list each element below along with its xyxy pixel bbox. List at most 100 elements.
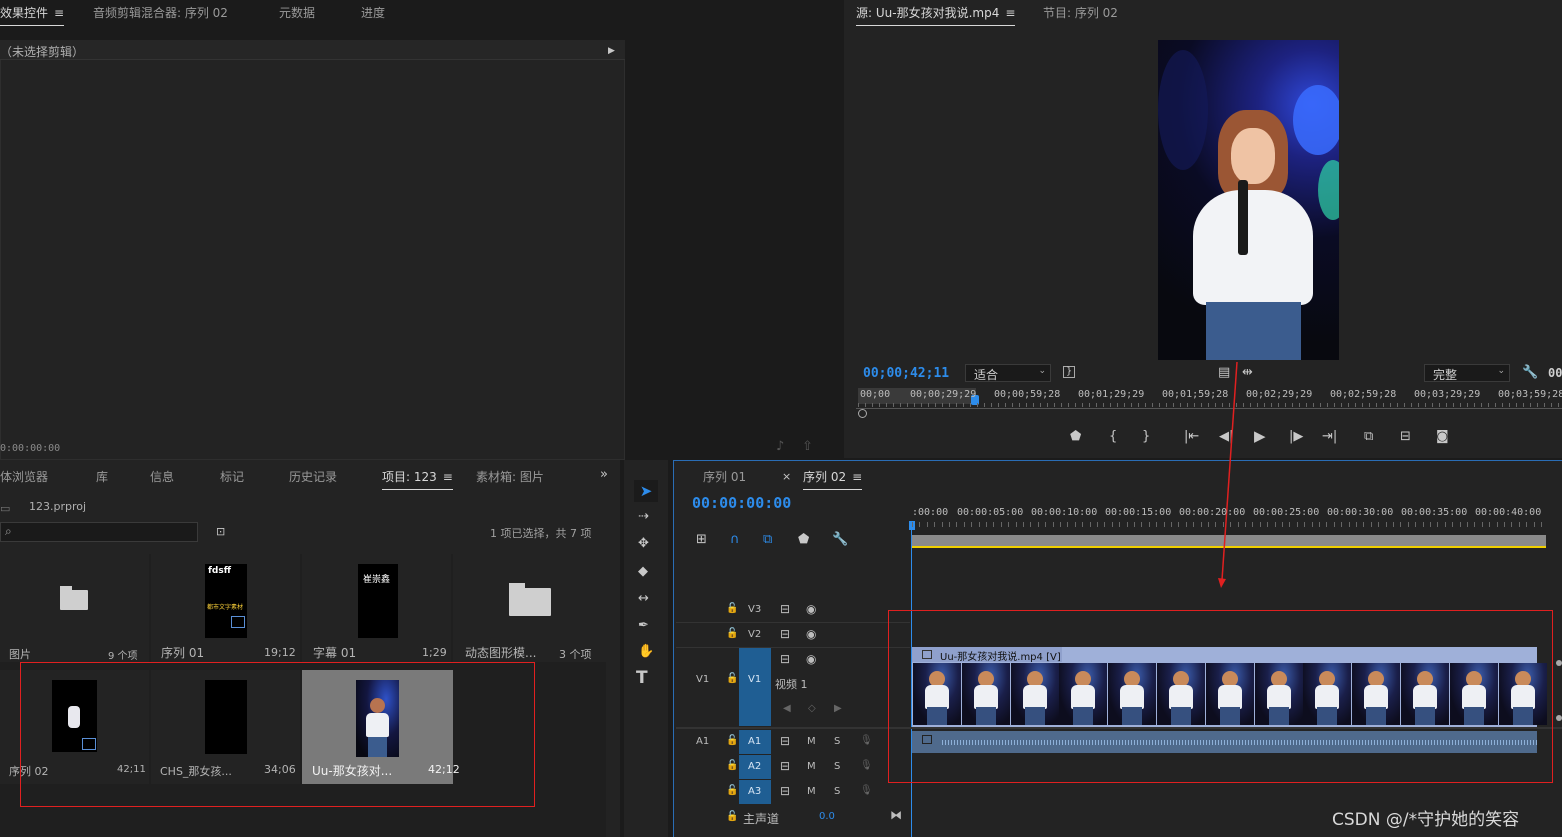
ruler-tick xyxy=(1425,403,1426,407)
ruler-tick xyxy=(879,403,880,407)
ruler-tick xyxy=(1415,522,1416,527)
frame-figure xyxy=(973,685,998,709)
ruler-tick xyxy=(1362,403,1363,407)
frame-figure xyxy=(1219,707,1240,725)
ruler-tick xyxy=(1030,522,1031,527)
ruler-label: 00:00:20:00 xyxy=(1179,507,1246,518)
ruler-tick xyxy=(1523,403,1524,407)
frame-figure xyxy=(1268,707,1289,725)
clip-frame xyxy=(913,663,961,725)
ruler-tick xyxy=(1134,522,1135,527)
frame-figure xyxy=(1463,707,1484,725)
ruler-tick xyxy=(1411,403,1412,407)
clip-frame xyxy=(1059,663,1108,725)
ruler-tick xyxy=(1304,522,1305,527)
ruler-tick xyxy=(1208,522,1209,527)
ruler-tick xyxy=(1313,403,1314,407)
ruler-tick xyxy=(1223,522,1224,527)
ruler-label: 00:00:35:00 xyxy=(1401,507,1468,518)
ruler-label: 00:00:40:00 xyxy=(1475,507,1542,518)
frame-figure xyxy=(925,685,949,709)
frame-figure xyxy=(1461,685,1486,709)
ruler-label: 00:00:25:00 xyxy=(1253,507,1320,518)
ruler-tick xyxy=(949,522,950,527)
ruler-tick xyxy=(1423,522,1424,527)
ruler-tick xyxy=(1297,522,1298,527)
ruler-tick xyxy=(1097,522,1098,527)
ruler-tick xyxy=(1312,522,1313,527)
ruler-tick xyxy=(1222,403,1223,407)
ruler-tick xyxy=(1054,403,1055,407)
ruler-tick xyxy=(1127,522,1128,527)
ruler-tick xyxy=(1047,403,1048,407)
ruler-tick xyxy=(1437,522,1438,527)
ruler-tick xyxy=(1171,522,1172,527)
ruler-tick xyxy=(1252,522,1253,527)
ruler-tick xyxy=(1271,403,1272,407)
ruler-tick xyxy=(1481,403,1482,407)
ruler-tick xyxy=(1038,522,1039,527)
ruler-tick xyxy=(927,522,928,527)
ruler-tick xyxy=(1193,522,1194,527)
ruler-tick xyxy=(1400,522,1401,527)
ruler-tick xyxy=(1238,522,1239,527)
ruler-tick xyxy=(1082,522,1083,527)
ruler-tick xyxy=(979,522,980,527)
ruler-label: 00;01;59;28 xyxy=(1162,389,1229,400)
ruler-tick xyxy=(1053,522,1054,527)
ruler-tick xyxy=(1292,403,1293,407)
frame-figure xyxy=(1366,707,1387,725)
ruler-tick xyxy=(1516,403,1517,407)
ruler-tick xyxy=(1061,403,1062,407)
ruler-tick xyxy=(1260,522,1261,527)
ruler-tick xyxy=(1156,522,1157,527)
ruler-tick xyxy=(912,522,913,527)
ruler-tick xyxy=(1460,403,1461,407)
ruler-tick xyxy=(1460,522,1461,527)
ruler-tick xyxy=(1341,522,1342,527)
ruler-tick xyxy=(1390,403,1391,407)
frame-figure xyxy=(1169,685,1193,709)
clip-frame xyxy=(1303,663,1352,725)
ruler-tick xyxy=(914,403,915,407)
ruler-tick xyxy=(1432,403,1433,407)
ruler-tick xyxy=(956,403,957,407)
frame-figure xyxy=(1317,707,1338,725)
ruler-tick xyxy=(1319,522,1320,527)
ruler-tick xyxy=(1186,522,1187,527)
ruler-tick xyxy=(935,403,936,407)
frame-figure xyxy=(1315,685,1340,709)
ruler-tick xyxy=(1141,522,1142,527)
clip-frame xyxy=(1254,663,1303,725)
ruler-tick xyxy=(1383,403,1384,407)
ruler-tick xyxy=(1005,403,1006,407)
ruler-tick xyxy=(1215,403,1216,407)
ruler-tick xyxy=(934,522,935,527)
ruler-tick xyxy=(1495,403,1496,407)
ruler-label: 00:00:05:00 xyxy=(957,507,1024,518)
clip-frame xyxy=(1498,663,1547,725)
ruler-tick xyxy=(1045,522,1046,527)
ruler-tick xyxy=(1194,403,1195,407)
ruler-tick xyxy=(1467,403,1468,407)
ruler-tick xyxy=(1145,403,1146,407)
ruler-tick xyxy=(1502,403,1503,407)
ruler-tick xyxy=(1534,522,1535,527)
ruler-tick xyxy=(1082,403,1083,407)
ruler-tick xyxy=(1230,522,1231,527)
ruler-tick xyxy=(1075,403,1076,407)
ruler-tick xyxy=(998,403,999,407)
ruler-tick xyxy=(1187,403,1188,407)
clip-frame xyxy=(1108,663,1157,725)
ruler-tick xyxy=(1467,522,1468,527)
ruler-tick xyxy=(1341,403,1342,407)
ruler-tick xyxy=(1445,522,1446,527)
ruler-tick xyxy=(1489,522,1490,527)
ruler-tick xyxy=(1397,403,1398,407)
ruler-tick xyxy=(942,403,943,407)
ruler-tick xyxy=(1019,403,1020,407)
ruler-tick xyxy=(977,403,978,407)
ruler-tick xyxy=(1474,522,1475,527)
ruler-tick xyxy=(1530,403,1531,407)
ruler-tick xyxy=(1173,403,1174,407)
